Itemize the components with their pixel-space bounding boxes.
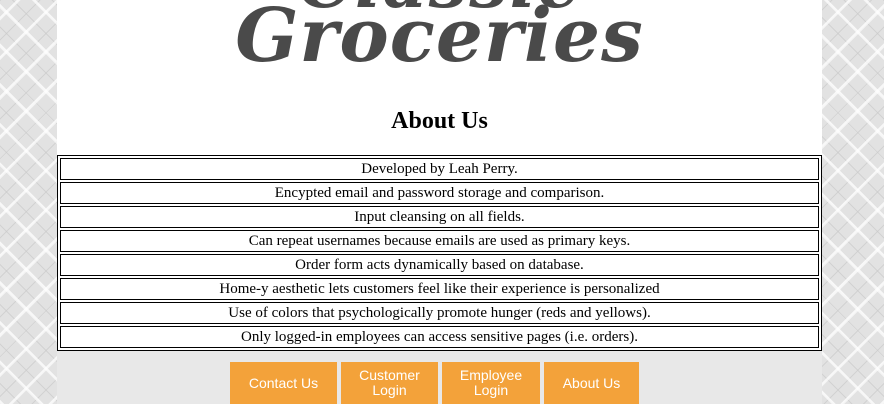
features-table: Developed by Leah Perry. Encypted email … [57, 155, 822, 351]
feature-cell: Can repeat usernames because emails are … [60, 230, 819, 252]
page-container: Classic Groceries About Us Developed by … [57, 0, 822, 404]
site-logo[interactable]: Classic Groceries [57, 0, 822, 88]
employee-login-label-line1: Employee [459, 367, 523, 383]
feature-cell: Home-y aesthetic lets customers feel lik… [60, 278, 819, 300]
table-row: Developed by Leah Perry. [60, 158, 819, 180]
feature-cell: Developed by Leah Perry. [60, 158, 819, 180]
table-row: Input cleansing on all fields. [60, 206, 819, 228]
feature-cell: Encypted email and password storage and … [60, 182, 819, 204]
about-us-label: About Us [562, 374, 621, 391]
employee-login-button[interactable]: Employee Login [442, 362, 540, 404]
logo-text-bottom: Groceries [235, 0, 644, 79]
customer-login-label-line2: Login [372, 382, 407, 398]
contact-us-button[interactable]: Contact Us [230, 362, 337, 404]
feature-cell: Only logged-in employees can access sens… [60, 326, 819, 348]
feature-cell: Order form acts dynamically based on dat… [60, 254, 819, 276]
nav-buttons: Contact Us Customer Login Employee Login… [230, 362, 639, 404]
customer-login-label-line1: Customer [359, 367, 420, 383]
table-row: Order form acts dynamically based on dat… [60, 254, 819, 276]
table-row: Only logged-in employees can access sens… [60, 326, 819, 348]
contact-us-label: Contact Us [248, 374, 319, 391]
table-row: Use of colors that psychologically promo… [60, 302, 819, 324]
table-row: Can repeat usernames because emails are … [60, 230, 819, 252]
feature-cell: Input cleansing on all fields. [60, 206, 819, 228]
footer-nav-bar: Contact Us Customer Login Employee Login… [57, 351, 822, 404]
customer-login-button[interactable]: Customer Login [341, 362, 438, 404]
employee-login-label-line2: Login [473, 382, 509, 398]
feature-cell: Use of colors that psychologically promo… [60, 302, 819, 324]
page-title: About Us [391, 108, 488, 134]
table-row: Home-y aesthetic lets customers feel lik… [60, 278, 819, 300]
table-row: Encypted email and password storage and … [60, 182, 819, 204]
about-us-button[interactable]: About Us [544, 362, 639, 404]
